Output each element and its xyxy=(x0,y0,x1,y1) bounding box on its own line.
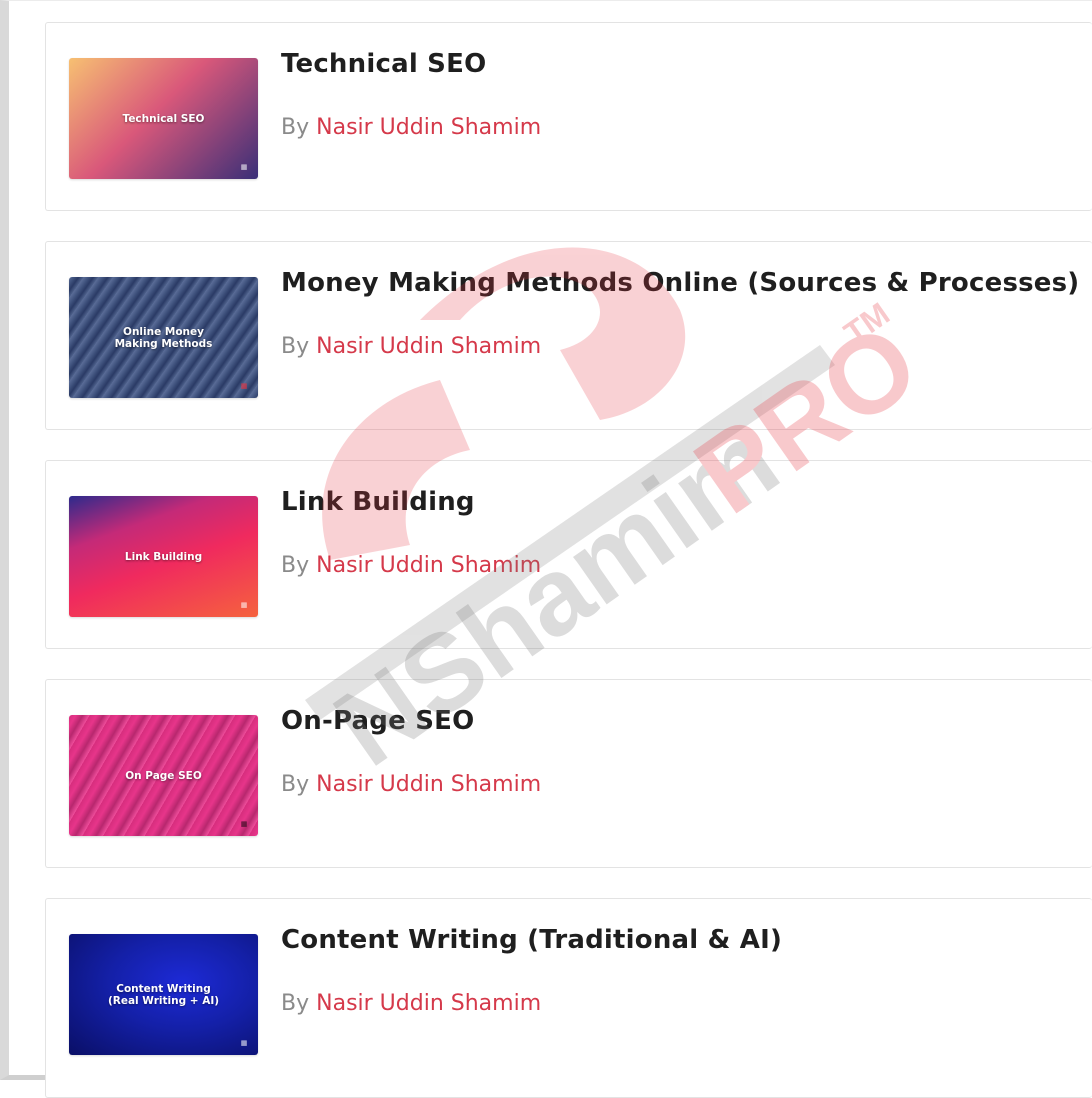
course-byline: By Nasir Uddin Shamim xyxy=(281,772,541,797)
course-card[interactable]: Link Building ▦ Link Building By Nasir U… xyxy=(45,460,1092,649)
course-byline: By Nasir Uddin Shamim xyxy=(281,991,541,1016)
thumbnail-title: Technical SEO xyxy=(122,112,205,125)
course-byline: By Nasir Uddin Shamim xyxy=(281,115,541,140)
course-title[interactable]: On-Page SEO xyxy=(281,706,474,736)
course-card[interactable]: Online Money Making Methods ▦ Money Maki… xyxy=(45,241,1092,430)
course-card[interactable]: On Page SEO ▦ On-Page SEO By Nasir Uddin… xyxy=(45,679,1092,868)
course-byline: By Nasir Uddin Shamim xyxy=(281,334,541,359)
course-title[interactable]: Link Building xyxy=(281,487,475,517)
thumbnail-title: Online Money Making Methods xyxy=(114,325,213,350)
brand-logo-icon: ▦ xyxy=(240,382,248,390)
course-card[interactable]: Technical SEO ▦ Technical SEO By Nasir U… xyxy=(45,22,1092,211)
brand-logo-icon: ▦ xyxy=(240,820,248,828)
by-label: By xyxy=(281,553,310,578)
course-thumbnail[interactable]: On Page SEO ▦ xyxy=(69,715,258,836)
thumbnail-title: On Page SEO xyxy=(125,769,202,782)
author-link[interactable]: Nasir Uddin Shamim xyxy=(316,772,541,797)
by-label: By xyxy=(281,115,310,140)
by-label: By xyxy=(281,772,310,797)
author-link[interactable]: Nasir Uddin Shamim xyxy=(316,553,541,578)
by-label: By xyxy=(281,991,310,1016)
course-thumbnail[interactable]: Link Building ▦ xyxy=(69,496,258,617)
course-thumbnail[interactable]: Technical SEO ▦ xyxy=(69,58,258,179)
by-label: By xyxy=(281,334,310,359)
thumbnail-title: Content Writing (Real Writing + AI) xyxy=(107,982,220,1007)
brand-logo-icon: ▦ xyxy=(240,163,248,171)
course-byline: By Nasir Uddin Shamim xyxy=(281,553,541,578)
author-link[interactable]: Nasir Uddin Shamim xyxy=(316,991,541,1016)
brand-logo-icon: ▦ xyxy=(240,1039,248,1047)
course-thumbnail[interactable]: Online Money Making Methods ▦ xyxy=(69,277,258,398)
course-card[interactable]: Content Writing (Real Writing + AI) ▦ Co… xyxy=(45,898,1092,1098)
brand-logo-icon: ▦ xyxy=(240,601,248,609)
author-link[interactable]: Nasir Uddin Shamim xyxy=(316,334,541,359)
course-title[interactable]: Technical SEO xyxy=(281,49,486,79)
course-title[interactable]: Money Making Methods Online (Sources & P… xyxy=(281,268,1079,298)
course-thumbnail[interactable]: Content Writing (Real Writing + AI) ▦ xyxy=(69,934,258,1055)
author-link[interactable]: Nasir Uddin Shamim xyxy=(316,115,541,140)
course-title[interactable]: Content Writing (Traditional & AI) xyxy=(281,925,782,955)
thumbnail-title: Link Building xyxy=(124,550,203,563)
